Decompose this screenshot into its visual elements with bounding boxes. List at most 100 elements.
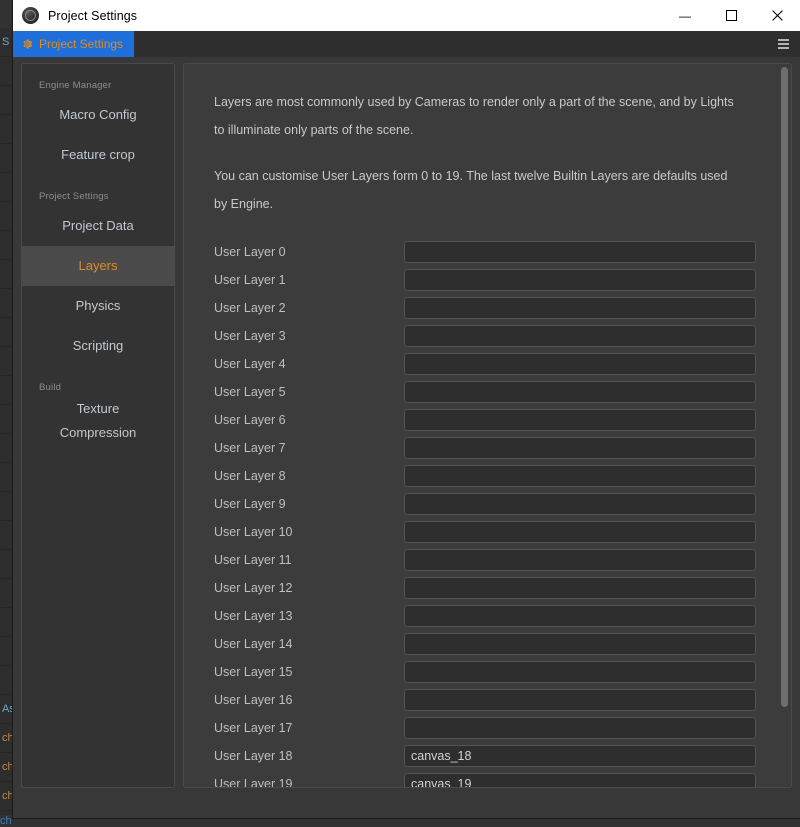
layer-label: User Layer 1 bbox=[214, 273, 404, 287]
layer-name-input-0[interactable] bbox=[404, 241, 756, 263]
layer-name-input-8[interactable] bbox=[404, 465, 756, 487]
window-controls: — bbox=[662, 0, 800, 31]
layer-label: User Layer 8 bbox=[214, 469, 404, 483]
layer-name-input-12[interactable] bbox=[404, 577, 756, 599]
sidebar-item-label: Macro Config bbox=[59, 107, 136, 122]
layer-row: User Layer 14 bbox=[214, 630, 791, 658]
layer-name-input-14[interactable] bbox=[404, 633, 756, 655]
layer-label: User Layer 11 bbox=[214, 553, 404, 567]
layers-description-1: Layers are most commonly used by Cameras… bbox=[214, 88, 741, 144]
content-scroll-area: Layers are most commonly used by Cameras… bbox=[184, 64, 791, 787]
app-atom-icon bbox=[22, 7, 39, 24]
layer-name-input-6[interactable] bbox=[404, 409, 756, 431]
sidebar-item-label: Layers bbox=[78, 258, 117, 273]
layer-row: User Layer 4 bbox=[214, 350, 791, 378]
layer-row: User Layer 19 bbox=[214, 770, 791, 788]
layer-row: User Layer 5 bbox=[214, 378, 791, 406]
layer-row: User Layer 12 bbox=[214, 574, 791, 602]
layer-row: User Layer 17 bbox=[214, 714, 791, 742]
hamburger-line bbox=[778, 47, 789, 49]
layer-row: User Layer 1 bbox=[214, 266, 791, 294]
layer-name-input-3[interactable] bbox=[404, 325, 756, 347]
sidebar-item-label: Texture bbox=[22, 397, 174, 421]
layer-name-input-7[interactable] bbox=[404, 437, 756, 459]
sidebar-item-label: Compression bbox=[22, 421, 174, 445]
layer-row: User Layer 0 bbox=[214, 238, 791, 266]
project-settings-window: Project Settings — Project Setting bbox=[13, 0, 800, 818]
content-scrollbar[interactable] bbox=[780, 67, 789, 784]
title-bar[interactable]: Project Settings — bbox=[13, 0, 800, 31]
sidebar-item-label: Project Data bbox=[62, 218, 134, 233]
layer-label: User Layer 6 bbox=[214, 413, 404, 427]
settings-sidebar: Engine ManagerMacro ConfigFeature cropPr… bbox=[21, 63, 175, 788]
layer-row: User Layer 16 bbox=[214, 686, 791, 714]
layer-name-input-2[interactable] bbox=[404, 297, 756, 319]
window-body: Engine ManagerMacro ConfigFeature cropPr… bbox=[13, 57, 800, 818]
sidebar-item-physics[interactable]: Physics bbox=[22, 286, 174, 326]
layer-name-input-5[interactable] bbox=[404, 381, 756, 403]
sidebar-item-project-data[interactable]: Project Data bbox=[22, 206, 174, 246]
sidebar-item-label: Physics bbox=[76, 298, 121, 313]
layer-name-input-10[interactable] bbox=[404, 521, 756, 543]
layer-name-input-18[interactable] bbox=[404, 745, 756, 767]
layer-label: User Layer 16 bbox=[214, 693, 404, 707]
layers-description-2: You can customise User Layers form 0 to … bbox=[214, 162, 741, 218]
sidebar-item-feature-crop[interactable]: Feature crop bbox=[22, 135, 174, 175]
gear-icon bbox=[21, 38, 33, 50]
close-button[interactable] bbox=[754, 0, 800, 31]
layer-label: User Layer 19 bbox=[214, 777, 404, 788]
sidebar-item-layers[interactable]: Layers bbox=[22, 246, 174, 286]
layer-label: User Layer 17 bbox=[214, 721, 404, 735]
window-title: Project Settings bbox=[48, 9, 137, 23]
tab-strip: Project Settings bbox=[13, 31, 800, 58]
sidebar-group-label: Project Settings bbox=[22, 191, 174, 202]
layer-label: User Layer 13 bbox=[214, 609, 404, 623]
maximize-button[interactable] bbox=[708, 0, 754, 31]
hamburger-line bbox=[778, 39, 789, 41]
layer-row: User Layer 8 bbox=[214, 462, 791, 490]
layer-list: User Layer 0 User Layer 1 User Layer 2 User… bbox=[214, 238, 791, 788]
sidebar-group-label: Build bbox=[22, 382, 174, 393]
sidebar-item-scripting[interactable]: Scripting bbox=[22, 326, 174, 366]
layer-row: User Layer 10 bbox=[214, 518, 791, 546]
layer-name-input-11[interactable] bbox=[404, 549, 756, 571]
layer-row: User Layer 18 bbox=[214, 742, 791, 770]
layer-row: User Layer 13 bbox=[214, 602, 791, 630]
layer-row: User Layer 15 bbox=[214, 658, 791, 686]
layer-label: User Layer 7 bbox=[214, 441, 404, 455]
layer-name-input-1[interactable] bbox=[404, 269, 756, 291]
sidebar-item-texture-compression[interactable]: TextureCompression bbox=[22, 397, 174, 445]
tab-project-settings[interactable]: Project Settings bbox=[13, 31, 134, 57]
layer-name-input-15[interactable] bbox=[404, 661, 756, 683]
layer-name-input-13[interactable] bbox=[404, 605, 756, 627]
layer-label: User Layer 12 bbox=[214, 581, 404, 595]
layer-label: User Layer 10 bbox=[214, 525, 404, 539]
layer-name-input-17[interactable] bbox=[404, 717, 756, 739]
sidebar-item-label: Feature crop bbox=[61, 147, 135, 162]
layer-label: User Layer 5 bbox=[214, 385, 404, 399]
hamburger-menu-icon[interactable] bbox=[772, 31, 794, 57]
minimize-button[interactable]: — bbox=[662, 0, 708, 31]
sidebar-item-label: Scripting bbox=[73, 338, 124, 353]
layer-label: User Layer 4 bbox=[214, 357, 404, 371]
close-icon bbox=[772, 10, 783, 21]
layer-label: User Layer 18 bbox=[214, 749, 404, 763]
layer-row: User Layer 3 bbox=[214, 322, 791, 350]
layer-name-input-9[interactable] bbox=[404, 493, 756, 515]
content-scrollbar-thumb[interactable] bbox=[781, 67, 788, 707]
layer-row: User Layer 9 bbox=[214, 490, 791, 518]
maximize-icon bbox=[726, 10, 737, 21]
layer-label: User Layer 9 bbox=[214, 497, 404, 511]
layer-row: User Layer 11 bbox=[214, 546, 791, 574]
layer-name-input-19[interactable] bbox=[404, 773, 756, 788]
hamburger-line bbox=[778, 43, 789, 45]
layer-label: User Layer 0 bbox=[214, 245, 404, 259]
layer-name-input-4[interactable] bbox=[404, 353, 756, 375]
layer-name-input-16[interactable] bbox=[404, 689, 756, 711]
sidebar-item-macro-config[interactable]: Macro Config bbox=[22, 95, 174, 135]
layer-row: User Layer 7 bbox=[214, 434, 791, 462]
tab-label: Project Settings bbox=[39, 37, 123, 51]
layer-label: User Layer 2 bbox=[214, 301, 404, 315]
layer-row: User Layer 6 bbox=[214, 406, 791, 434]
layer-row: User Layer 2 bbox=[214, 294, 791, 322]
